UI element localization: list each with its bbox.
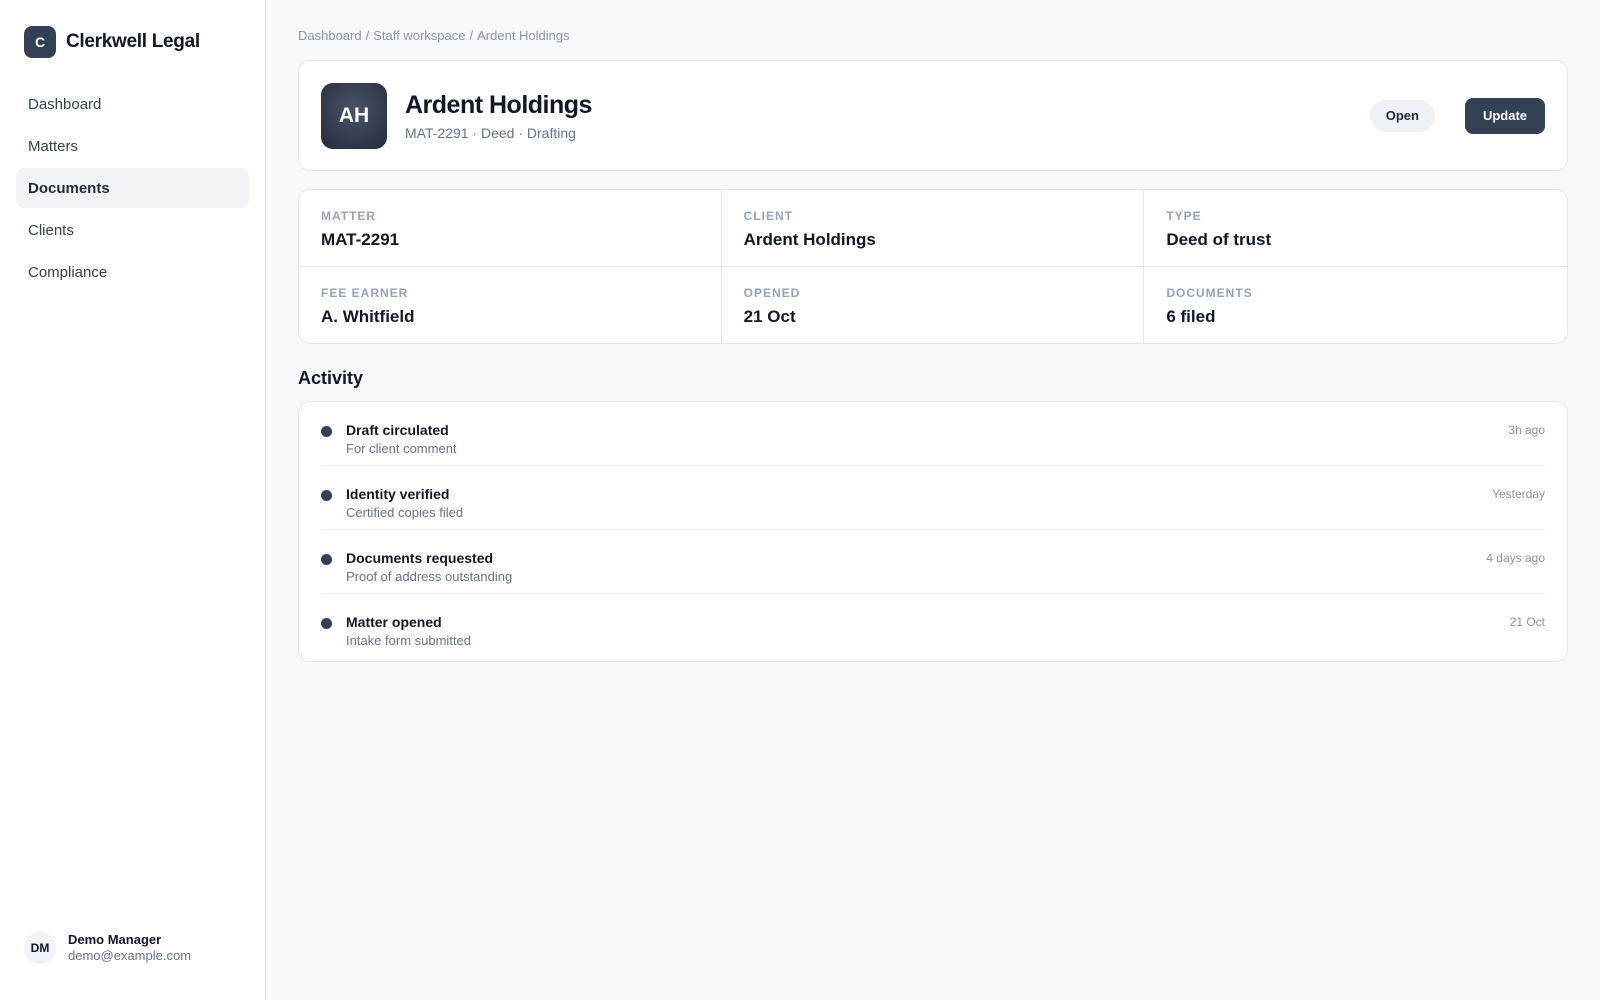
user-name: Demo Manager [68,932,162,947]
sidebar-item-documents[interactable]: Documents [16,168,249,208]
activity-text: Draft circulated For client comment [346,422,1508,457]
breadcrumb: Dashboard / Staff workspace / Ardent Holding… [298,28,1568,44]
activity-time: Yesterday [1492,487,1545,501]
activity-title: Documents requested [346,550,494,566]
detail-value: A. Whitfield [321,307,415,326]
detail-fee-earner: Fee earner A. Whitfield [299,267,722,343]
timeline-dot-icon [321,554,332,565]
breadcrumb-separator: / [365,28,370,43]
sidebar: C Clerkwell Legal Dashboard Matters Docu… [0,0,266,1000]
detail-value: MAT-2291 [321,230,400,249]
detail-label: Documents [1166,286,1253,300]
matter-header-card: AH Ardent Holdings MAT-2291 · Deed · Dra… [298,60,1568,171]
detail-label: Matter [321,209,377,223]
activity-text: Documents requested Proof of address out… [346,550,1486,585]
header-text: Ardent Holdings MAT-2291 · Deed · Drafti… [405,91,1370,141]
list-item[interactable]: Identity verified Certified copies filed… [321,466,1545,530]
main-content: Dashboard / Staff workspace / Ardent Holding… [266,0,1600,1000]
user-email: demo@example.com [68,948,192,963]
activity-list: Draft circulated For client comment 3h a… [298,401,1568,662]
detail-opened: Opened 21 Oct [722,267,1145,343]
detail-value: 21 Oct [743,307,796,326]
detail-matter: Matter MAT-2291 [299,190,722,267]
detail-value: 6 filed [1166,307,1216,326]
detail-client: Client Ardent Holdings [721,190,1145,267]
activity-subtitle: Intake form submitted [346,633,471,648]
sidebar-nav: Dashboard Matters Documents Clients Comp… [0,84,265,292]
detail-value: Deed of trust [1166,230,1272,249]
detail-label: Fee earner [321,286,409,300]
client-avatar: AH [321,82,387,149]
activity-subtitle: Proof of address outstanding [346,569,513,584]
brand-name: Clerkwell Legal [66,31,200,52]
breadcrumb-item-current: Ardent Holdings [477,28,570,43]
sidebar-item-dashboard[interactable]: Dashboard [16,84,249,124]
detail-label: Opened [743,286,801,300]
matter-details-grid: Matter MAT-2291 Client Ardent Holdings T… [298,189,1568,344]
update-button[interactable]: Update [1464,97,1545,134]
activity-text: Matter opened Intake form submitted [346,614,1510,649]
activity-text: Identity verified Certified copies filed [346,486,1492,521]
activity-title: Matter opened [346,614,442,630]
activity-time: 21 Oct [1509,615,1545,629]
activity-time: 3h ago [1508,423,1545,437]
activity-subtitle: For client comment [346,441,457,456]
timeline-dot-icon [321,490,332,501]
detail-type: Type Deed of trust [1144,190,1567,267]
list-item[interactable]: Draft circulated For client comment 3h a… [321,402,1545,466]
timeline-dot-icon [321,618,332,629]
detail-documents: Documents 6 filed [1144,267,1567,343]
list-item[interactable]: Documents requested Proof of address out… [321,530,1545,594]
activity-heading: Activity [298,368,364,388]
activity-title: Draft circulated [346,422,449,438]
user-profile[interactable]: DM Demo Manager demo@example.com [24,932,191,964]
status-badge-open[interactable]: Open [1369,99,1435,132]
list-item[interactable]: Matter opened Intake form submitted 21 O… [321,594,1545,661]
page-subtitle: MAT-2291 · Deed · Drafting [405,124,576,141]
detail-value: Ardent Holdings [743,230,876,249]
brand-logo-icon: C [24,26,56,58]
detail-label: Type [1166,209,1202,223]
timeline-dot-icon [321,426,332,437]
breadcrumb-item-workspace[interactable]: Staff workspace [373,28,465,43]
detail-label: Client [743,209,793,223]
activity-subtitle: Certified copies filed [346,505,464,520]
sidebar-item-matters[interactable]: Matters [16,126,249,166]
activity-title: Identity verified [346,486,450,502]
breadcrumb-separator: / [469,28,474,43]
user-info: Demo Manager demo@example.com [68,932,191,964]
brand[interactable]: C Clerkwell Legal [0,0,265,58]
sidebar-item-clients[interactable]: Clients [16,210,249,250]
breadcrumb-item-dashboard[interactable]: Dashboard [298,28,362,43]
page-title: Ardent Holdings [405,90,592,119]
activity-time: 4 days ago [1486,551,1545,565]
avatar: DM [24,932,56,964]
sidebar-item-compliance[interactable]: Compliance [16,252,249,292]
